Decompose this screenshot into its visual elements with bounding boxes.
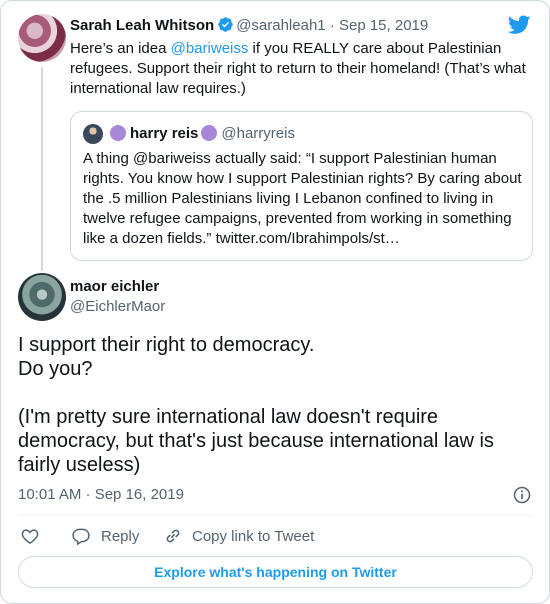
explore-twitter-button[interactable]: Explore what's happening on Twitter (18, 556, 533, 588)
author-name[interactable]: maor eichler (70, 277, 159, 297)
quoted-tweet[interactable]: harry reis @harryreis A thing @bariweiss … (70, 111, 533, 261)
parent-text-start: Here’s an idea (70, 40, 171, 57)
parent-mention-link[interactable]: @bariweiss (171, 40, 249, 57)
tweet-text-line: I support their right to democracy. (18, 334, 315, 356)
verified-badge-icon (218, 17, 233, 32)
parent-tweet-header: Sarah Leah Whitson @sarahleah1 · Sep 15, … (70, 16, 428, 36)
reply-label: Reply (101, 527, 140, 545)
tweet-text: I support their right to democracy. Do y… (18, 333, 533, 477)
author-handle[interactable]: @EichlerMaor (70, 297, 165, 317)
separator-dot: · (329, 17, 335, 34)
tweet-embed-card: Sarah Leah Whitson @sarahleah1 · Sep 15, … (0, 0, 550, 604)
divider (18, 515, 533, 516)
reply-button[interactable]: Reply (71, 525, 139, 547)
thread-connector-line (41, 67, 43, 271)
quote-author-name: harry reis (130, 125, 199, 142)
purple-circle-icon (110, 125, 126, 141)
like-button[interactable] (20, 525, 40, 547)
quote-header: harry reis @harryreis (107, 124, 295, 144)
quote-author-handle: @harryreis (221, 125, 295, 142)
tweet-timestamp[interactable]: 10:01 AM · Sep 16, 2019 (18, 485, 184, 505)
parent-author-handle[interactable]: @sarahleah1 (236, 17, 325, 34)
parent-tweet-text: Here’s an idea @bariweiss if you REALLY … (70, 39, 530, 99)
parent-author-avatar[interactable] (18, 14, 66, 62)
quote-text: A thing @bariweiss actually said: “I sup… (83, 150, 522, 247)
tweet-text-paragraph: (I'm pretty sure international law doesn… (18, 406, 494, 476)
link-icon (166, 529, 180, 543)
parent-author-name[interactable]: Sarah Leah Whitson (70, 17, 214, 34)
copy-link-label: Copy link to Tweet (192, 527, 315, 545)
quote-author-avatar (83, 124, 103, 144)
author-avatar[interactable] (18, 273, 66, 321)
twitter-bird-icon[interactable] (508, 15, 531, 35)
heart-icon (21, 529, 39, 544)
reply-icon (72, 528, 90, 546)
tweet-text-line: Do you? (18, 358, 93, 380)
copy-link-button[interactable]: Copy link to Tweet (163, 525, 314, 547)
purple-circle-icon (201, 125, 218, 141)
info-icon[interactable] (512, 485, 532, 505)
parent-tweet-date[interactable]: Sep 15, 2019 (339, 17, 428, 34)
